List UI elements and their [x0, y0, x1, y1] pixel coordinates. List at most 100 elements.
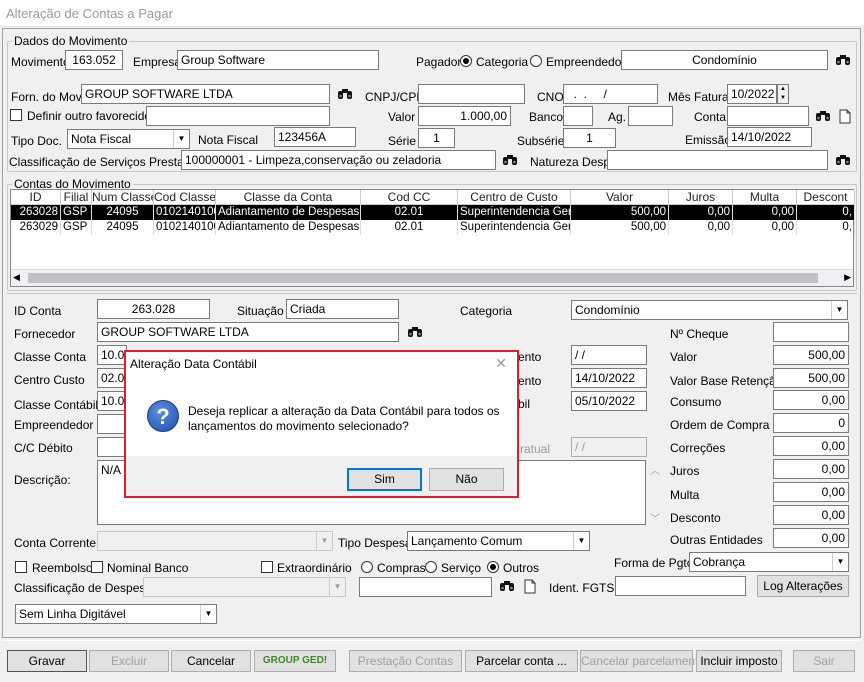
binoculars-icon[interactable] — [833, 50, 853, 70]
col-header[interactable]: Filial — [61, 190, 92, 205]
base-retencao-field[interactable]: 500,00 — [773, 368, 849, 388]
binoculars-icon[interactable] — [335, 84, 355, 104]
forn-field[interactable]: GROUP SOFTWARE LTDA — [81, 84, 330, 104]
empresa-field[interactable]: Group Software — [177, 50, 379, 70]
binoculars-icon[interactable] — [500, 150, 520, 170]
categoria-value-field[interactable]: Condomínio — [621, 50, 828, 70]
cancelar-parcelamento-button[interactable]: Cancelar parcelamento — [580, 650, 705, 672]
table-row[interactable]: 263029 GSP - 24095 0102140100 Adiantamen… — [11, 220, 855, 235]
date-field-3[interactable]: 05/10/2022 — [571, 391, 647, 411]
nao-button[interactable]: Não — [429, 468, 504, 491]
cno-field[interactable]: . . / — [563, 84, 658, 104]
categoria-select[interactable]: Condomínio ▼ — [571, 300, 848, 320]
parcelar-conta-button[interactable]: Parcelar conta ... — [465, 650, 578, 672]
col-header[interactable]: Multa — [733, 190, 797, 205]
ag-field[interactable] — [628, 106, 673, 126]
radio-empreendedor[interactable] — [530, 55, 542, 67]
contas-grid[interactable]: ID Filial Num Classe Cod Classe Classe d… — [10, 189, 855, 287]
outras-entidades-field[interactable]: 0,00 — [773, 528, 849, 548]
radio-compras[interactable] — [361, 561, 373, 573]
emissao-field[interactable]: 14/10/2022 — [727, 127, 812, 147]
excluir-button[interactable]: Excluir — [89, 650, 169, 672]
radio-servico[interactable] — [425, 561, 437, 573]
serie-field[interactable]: 1 — [418, 128, 455, 148]
cc-debito-field[interactable] — [97, 437, 127, 457]
incluir-imposto-button[interactable]: Incluir imposto — [696, 650, 782, 672]
banco-field[interactable] — [563, 106, 593, 126]
linha-digitavel-select[interactable]: Sem Linha Digitável ▼ — [15, 604, 217, 624]
log-alteracoes-button[interactable]: Log Alterações — [757, 575, 849, 597]
conta-field[interactable] — [727, 106, 809, 126]
classe-conta-field[interactable]: 10.0 — [97, 345, 127, 365]
juros-field[interactable]: 0,00 — [773, 459, 849, 479]
mes-fatura-spinner[interactable]: ▲ ▼ — [777, 84, 789, 104]
extraordinario-checkbox[interactable] — [261, 561, 273, 573]
classif-despesas-field[interactable] — [359, 577, 492, 597]
forma-pgto-select[interactable]: Cobrança ▼ — [689, 552, 849, 572]
col-header[interactable]: Centro de Custo — [458, 190, 571, 205]
binoculars-icon[interactable] — [813, 106, 833, 126]
id-conta-field[interactable]: 263.028 — [97, 299, 210, 319]
mes-fatura-field[interactable]: 10/2022 — [727, 84, 777, 104]
scroll-up-icon[interactable]: ︿ — [650, 462, 660, 477]
ident-fgts-field[interactable] — [615, 576, 746, 596]
col-header[interactable]: Cod Classe — [154, 190, 216, 205]
tipo-doc-select[interactable]: Nota Fiscal ▼ — [67, 129, 190, 149]
desconto-field[interactable]: 0,00 — [773, 505, 849, 525]
scroll-left-icon[interactable]: ◀ — [13, 272, 20, 283]
reembolso-checkbox[interactable] — [15, 561, 27, 573]
close-icon[interactable]: ✕ — [495, 355, 507, 372]
sair-button[interactable]: Sair — [793, 650, 855, 672]
scroll-thumb[interactable] — [28, 273, 818, 283]
scroll-right-icon[interactable]: ▶ — [844, 272, 851, 283]
binoculars-icon[interactable] — [833, 150, 853, 170]
classe-contabil-field[interactable]: 10.0 — [97, 391, 127, 411]
contratual-field[interactable]: / / — [571, 437, 647, 457]
col-header[interactable]: Valor — [571, 190, 669, 205]
correcoes-field[interactable]: 0,00 — [773, 436, 849, 456]
cnpj-field[interactable] — [418, 84, 525, 104]
prestacao-contas-button[interactable]: Prestação Contas — [349, 650, 462, 672]
valor-field[interactable]: 500,00 — [773, 345, 849, 365]
table-row[interactable]: 263028 GSP - 24095 0102140100 Adiantamen… — [11, 205, 855, 220]
consumo-field[interactable]: 0,00 — [773, 390, 849, 410]
col-header[interactable]: Juros — [669, 190, 733, 205]
multa-field[interactable]: 0,00 — [773, 482, 849, 502]
date-field-1[interactable]: / / — [571, 345, 647, 365]
nota-fiscal-field[interactable]: 123456A — [274, 127, 356, 147]
fornecedor-field[interactable]: GROUP SOFTWARE LTDA — [97, 322, 399, 342]
new-document-icon[interactable] — [835, 106, 855, 126]
radio-categoria[interactable] — [460, 55, 472, 67]
tipo-despesa-select[interactable]: Lançamento Comum ▼ — [407, 531, 590, 551]
date-field-2[interactable]: 14/10/2022 — [571, 368, 647, 388]
new-document-icon[interactable] — [520, 576, 540, 596]
nominal-banco-checkbox[interactable] — [91, 561, 103, 573]
col-header[interactable]: Cod CC — [361, 190, 458, 205]
empreendedor-field[interactable] — [97, 414, 127, 434]
subserie-field[interactable]: 1 — [563, 128, 616, 148]
classif-despesas-select[interactable]: ▼ — [143, 577, 346, 597]
col-header[interactable]: Descont — [797, 190, 855, 205]
radio-outros[interactable] — [487, 561, 499, 573]
favorecido-field[interactable] — [146, 106, 330, 126]
situacao-field[interactable]: Criada — [286, 299, 399, 319]
col-header[interactable]: ID — [11, 190, 61, 205]
cancelar-button[interactable]: Cancelar — [171, 650, 251, 672]
sim-button[interactable]: Sim — [347, 468, 422, 491]
col-header[interactable]: Num Classe — [92, 190, 154, 205]
binoculars-icon[interactable] — [405, 322, 425, 342]
centro-custo-field[interactable]: 02.01 — [97, 368, 127, 388]
horizontal-scrollbar[interactable]: ◀ ▶ — [11, 269, 853, 286]
valor-mov-field[interactable]: 1.000,00 — [418, 106, 511, 126]
group-ged-button[interactable]: GROUP GED! — [254, 650, 336, 672]
n-cheque-field[interactable] — [773, 322, 849, 342]
col-header[interactable]: Classe da Conta — [216, 190, 361, 205]
movimento-field[interactable]: 163.052 — [65, 50, 123, 70]
definir-favorecido-checkbox[interactable] — [10, 109, 22, 121]
ordem-compra-field[interactable]: 0 — [773, 413, 849, 433]
scroll-down-icon[interactable]: ﹀ — [650, 510, 660, 525]
binoculars-icon[interactable] — [497, 576, 517, 596]
gravar-button[interactable]: Gravar — [7, 650, 87, 672]
natureza-field[interactable] — [607, 150, 828, 170]
classif-servicos-field[interactable]: 100000001 - Limpeza,conservação ou zelad… — [181, 150, 496, 170]
